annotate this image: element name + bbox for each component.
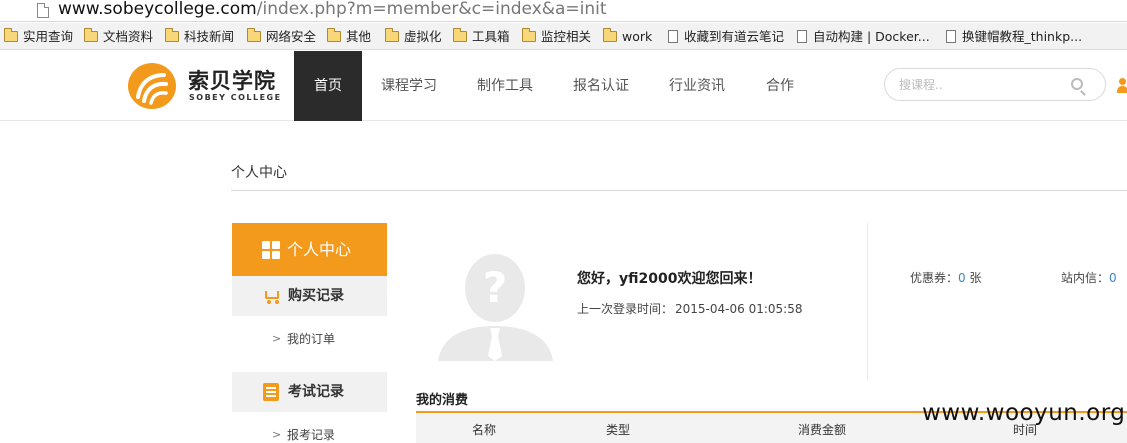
bookmark-label: work <box>622 29 653 44</box>
column-header-amount: 消费金额 <box>798 423 847 437</box>
message-stat[interactable]: 站内信：0 <box>1061 269 1117 286</box>
sidebar-item-my-orders[interactable]: > 我的订单 <box>232 316 387 362</box>
page-title: 个人中心 <box>231 165 287 181</box>
column-header-name: 名称 <box>472 423 497 437</box>
bookmark-folder[interactable]: 工具箱 <box>453 27 510 46</box>
sidebar-item-label: 报考记录 <box>287 428 336 442</box>
coupon-stat[interactable]: 优惠券：0 张 <box>910 269 981 286</box>
page-icon <box>797 30 807 43</box>
column-header-type: 类型 <box>606 423 631 437</box>
bookmark-folder[interactable]: 文档资料 <box>84 27 153 46</box>
nav-home[interactable]: 首页 <box>294 51 362 121</box>
sidebar-item-label: 我的订单 <box>287 332 336 346</box>
bookmark-label: 科技新闻 <box>184 29 235 44</box>
bookmark-folder[interactable]: 监控相关 <box>522 27 591 46</box>
folder-icon <box>165 28 179 42</box>
bookmark-label: 换键帽教程_thinkp... <box>962 29 1083 44</box>
address-bar[interactable]: www.sobeycollege.com/index.php?m=member&… <box>0 0 1127 22</box>
bookmark-label: 文档资料 <box>103 29 154 44</box>
bookmark-label: 网络安全 <box>266 29 317 44</box>
last-login-value: 2015-04-06 01:05:58 <box>675 302 803 316</box>
nav-certification[interactable]: 报名认证 <box>562 51 640 121</box>
folder-icon <box>327 28 341 42</box>
bookmark-label: 工具箱 <box>472 29 510 44</box>
folder-icon <box>4 28 18 42</box>
bookmark-label: 其他 <box>346 29 372 44</box>
sidebar-header[interactable]: 个人中心 <box>232 223 387 276</box>
folder-icon <box>84 28 98 42</box>
logo-text[interactable]: 索贝学院 <box>188 65 276 95</box>
coupon-label: 优惠券： <box>910 271 959 285</box>
folder-icon <box>522 28 536 42</box>
bookmark-folder[interactable]: work <box>603 27 652 46</box>
spending-title: 我的消费 <box>416 393 469 408</box>
bookmark-label: 监控相关 <box>541 29 592 44</box>
url-path: /index.php?m=member&c=index&a=init <box>256 0 607 19</box>
url-text[interactable]: www.sobeycollege.com/index.php?m=member&… <box>58 0 607 19</box>
bookmark-page[interactable]: 自动构建 | Docker... <box>797 27 930 46</box>
bookmark-page[interactable]: 换键帽教程_thinkp... <box>946 27 1082 46</box>
svg-text:?: ? <box>483 263 507 312</box>
bookmark-page[interactable]: 收藏到有道云笔记 <box>668 27 784 46</box>
bookmarks-bar: 实用查询 文档资料 科技新闻 网络安全 其他 虚拟化 工具箱 监控相关 work… <box>0 23 1127 50</box>
sidebar: 个人中心 购买记录 > 我的订单 考试记录 > 报考记录 <box>232 223 387 443</box>
divider <box>231 190 1127 191</box>
bookmark-folder[interactable]: 网络安全 <box>247 27 316 46</box>
grid-icon <box>262 241 280 259</box>
folder-icon <box>385 28 399 42</box>
sidebar-section-label: 考试记录 <box>288 384 344 400</box>
chevron-right-icon: > <box>272 428 282 441</box>
message-label: 站内信： <box>1061 271 1110 285</box>
user-icon[interactable] <box>1117 78 1127 94</box>
avatar: ? <box>438 254 553 361</box>
sidebar-section-label: 购买记录 <box>288 288 344 304</box>
profile-card: ? 您好，yfi2000欢迎您回来！ 上一次登录时间： 2015-04-06 01… <box>416 223 868 381</box>
site-header: 索贝学院 SOBEY COLLEGE 首页 课程学习 制作工具 报名认证 行业资… <box>0 51 1127 121</box>
nav-courses[interactable]: 课程学习 <box>370 51 448 121</box>
search-icon[interactable] <box>1071 78 1083 90</box>
message-count: 0 <box>1109 271 1117 285</box>
bookmark-folder[interactable]: 科技新闻 <box>165 27 234 46</box>
nav-cooperation[interactable]: 合作 <box>757 51 803 121</box>
page-icon <box>37 3 49 18</box>
search-input[interactable] <box>899 76 1059 94</box>
sidebar-section-purchases: 购买记录 <box>232 276 387 316</box>
last-login-label: 上一次登录时间： <box>577 302 674 316</box>
bookmark-folder[interactable]: 实用查询 <box>4 27 73 46</box>
bookmark-folder[interactable]: 其他 <box>327 27 371 46</box>
folder-icon <box>247 28 261 42</box>
exam-icon <box>263 383 279 401</box>
logo-subtext: SOBEY COLLEGE <box>189 93 282 102</box>
bookmark-label: 虚拟化 <box>404 29 442 44</box>
page-icon <box>668 30 678 43</box>
coupon-count: 0 <box>958 271 966 285</box>
sidebar-item-exam-registrations[interactable]: > 报考记录 <box>232 412 387 443</box>
last-login: 上一次登录时间： 2015-04-06 01:05:58 <box>577 300 802 317</box>
folder-icon <box>453 28 467 42</box>
greeting-text: 您好，yfi2000欢迎您回来！ <box>577 271 762 287</box>
url-host: www.sobeycollege.com <box>58 0 257 19</box>
sidebar-header-label: 个人中心 <box>287 240 352 259</box>
coupon-unit: 张 <box>965 271 982 285</box>
page-icon <box>946 30 956 43</box>
logo-icon[interactable] <box>128 63 176 109</box>
watermark: www.wooyun.org <box>922 400 1126 426</box>
cart-icon <box>262 289 282 304</box>
sidebar-section-exams: 考试记录 <box>232 372 387 412</box>
bookmark-label: 自动构建 | Docker... <box>813 29 930 44</box>
chevron-right-icon: > <box>272 332 282 345</box>
nav-tools[interactable]: 制作工具 <box>466 51 544 121</box>
folder-icon <box>603 28 617 42</box>
bookmark-label: 收藏到有道云笔记 <box>684 29 785 44</box>
search-box <box>884 68 1106 101</box>
bookmark-folder[interactable]: 虚拟化 <box>385 27 442 46</box>
bookmark-label: 实用查询 <box>23 29 74 44</box>
nav-news[interactable]: 行业资讯 <box>658 51 736 121</box>
